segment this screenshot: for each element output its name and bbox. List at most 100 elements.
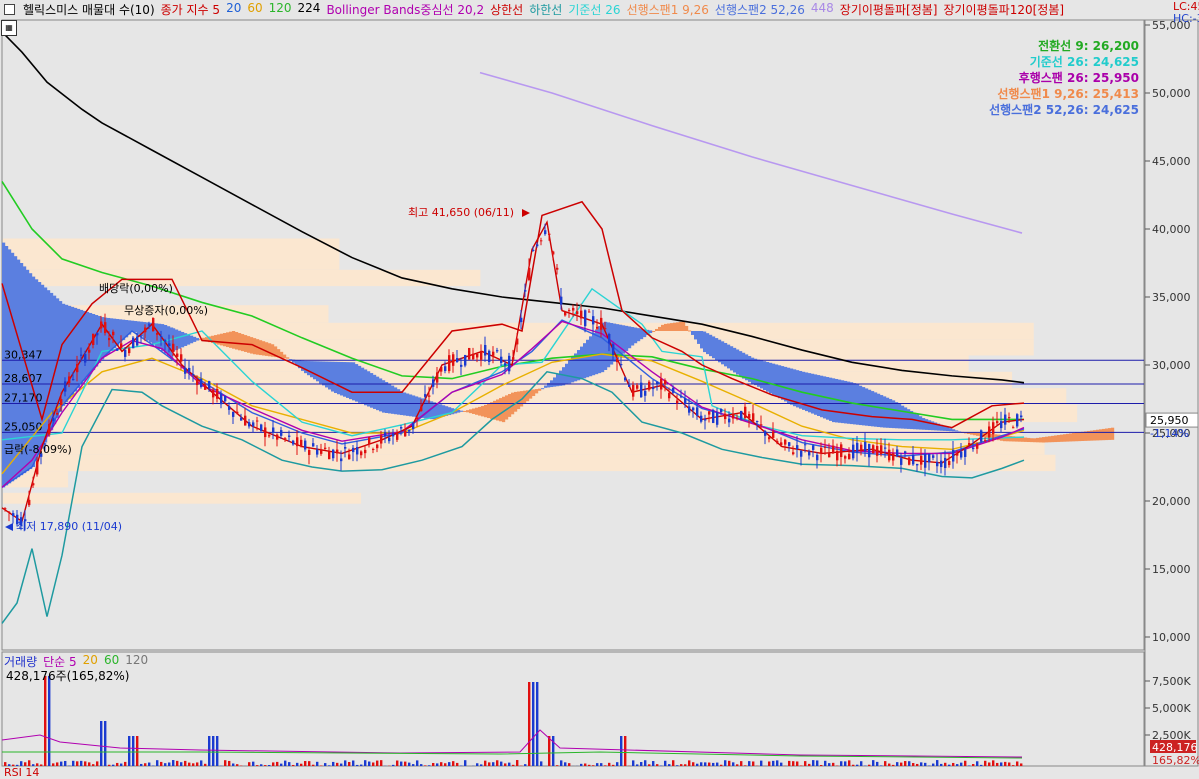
volume-bar — [640, 762, 642, 766]
ichimoku-cloud-segment — [928, 420, 931, 430]
candle-body — [656, 382, 658, 384]
volume-bar — [524, 764, 526, 766]
volume-bar — [972, 764, 974, 766]
ichimoku-cloud-segment — [1051, 436, 1054, 442]
candle-body — [352, 448, 354, 452]
candle-body — [428, 395, 430, 396]
volume-bar — [596, 763, 598, 766]
candle-body — [476, 354, 478, 358]
candle-body — [916, 464, 918, 465]
volume-bar — [956, 764, 958, 766]
candle-body — [152, 318, 154, 331]
ichimoku-cloud-segment — [952, 429, 955, 431]
ichimoku-legend-item: 전환선 9: 26,200 — [989, 38, 1139, 54]
candle-body — [300, 440, 302, 447]
candle-body — [812, 445, 814, 449]
ichimoku-cloud-segment — [478, 407, 481, 416]
ichimoku-cloud-segment — [220, 334, 223, 346]
volume-bar — [944, 763, 946, 766]
chart-title: 헬릭스미스 매물대 수(10) — [23, 1, 155, 18]
candle-body — [840, 444, 842, 457]
volume-bar — [716, 763, 718, 766]
candle-body — [176, 354, 178, 357]
ichimoku-cloud-segment — [538, 389, 541, 391]
volume-bar — [160, 762, 162, 766]
ichimoku-cloud-segment — [739, 351, 742, 376]
candle-body — [104, 322, 106, 333]
candle-body — [132, 338, 134, 349]
ichimoku-cloud-segment — [502, 397, 505, 422]
candle-body — [288, 436, 290, 437]
volume-bar — [936, 760, 938, 766]
volume-bar — [916, 764, 918, 766]
candle-body — [404, 431, 406, 437]
candle-body — [976, 444, 978, 449]
candle-body — [796, 445, 798, 449]
candle-body — [468, 348, 470, 359]
candle-body — [8, 512, 10, 513]
chart-grid-icon[interactable]: ▦ — [1, 20, 17, 36]
volume-bar — [80, 761, 82, 766]
candle-body — [636, 385, 638, 389]
ichimoku-cloud-segment — [229, 332, 232, 348]
candle-body — [908, 458, 910, 465]
ichimoku-cloud-segment — [670, 323, 673, 331]
volume-bar — [92, 764, 94, 766]
candle-body — [116, 349, 118, 351]
ichimoku-cloud-segment — [475, 408, 478, 415]
candle-body — [836, 451, 838, 460]
ichimoku-cloud-segment — [787, 368, 790, 403]
candle-body — [924, 454, 926, 468]
volume-profile-bar — [3, 372, 1012, 388]
volume-bar — [428, 765, 430, 766]
volume-bar — [124, 762, 126, 766]
ichimoku-cloud-segment — [283, 355, 286, 359]
ichimoku-cloud-segment — [754, 359, 757, 385]
header-legend-item: 224 — [298, 1, 321, 18]
ichimoku-cloud-segment — [382, 380, 385, 412]
volume-bar — [452, 761, 454, 766]
candle-body — [564, 312, 566, 316]
volume-bar — [796, 761, 798, 766]
ichimoku-cloud-segment — [505, 395, 508, 419]
candle-body — [52, 418, 54, 421]
candle-body — [920, 456, 922, 465]
low-annotation: 최저 17,890 (11/04) — [16, 520, 122, 533]
candle-body — [632, 385, 634, 397]
ichimoku-cloud-segment — [310, 361, 313, 377]
ichimoku-cloud-segment — [682, 321, 685, 331]
candle-body — [64, 381, 66, 391]
settings-square-icon[interactable] — [4, 4, 15, 15]
volume-bar — [108, 765, 110, 766]
ichimoku-cloud-segment — [1063, 434, 1066, 441]
volume-bar — [812, 760, 814, 766]
volume-bar — [176, 761, 178, 766]
candle-body — [432, 379, 434, 386]
ichimoku-cloud-segment — [895, 402, 898, 428]
candle-body — [108, 338, 110, 340]
ichimoku-cloud-segment — [1009, 436, 1012, 441]
candle-body — [180, 354, 182, 361]
candle-body — [156, 333, 158, 335]
candle-body — [660, 379, 662, 390]
ichimoku-cloud-segment — [691, 331, 694, 335]
volume-profile-bar — [3, 355, 969, 371]
candle-body — [604, 328, 606, 329]
candle-body — [608, 334, 610, 343]
candle-body — [208, 381, 210, 388]
ichimoku-cloud-segment — [1036, 438, 1039, 442]
volume-bar — [332, 762, 334, 766]
candle-body — [196, 380, 198, 385]
volume-bar — [732, 762, 734, 766]
header-legend-item: 60 — [247, 1, 262, 18]
ichimoku-cloud-segment — [469, 409, 472, 413]
volume-bar — [236, 764, 238, 766]
volume-bar — [724, 760, 726, 766]
candle-body — [296, 437, 298, 446]
ichimoku-cloud-segment — [721, 341, 724, 364]
volume-bar — [436, 763, 438, 766]
candle-body — [576, 311, 578, 314]
candle-body — [780, 442, 782, 445]
candle-body — [688, 406, 690, 412]
candle-body — [868, 444, 870, 457]
